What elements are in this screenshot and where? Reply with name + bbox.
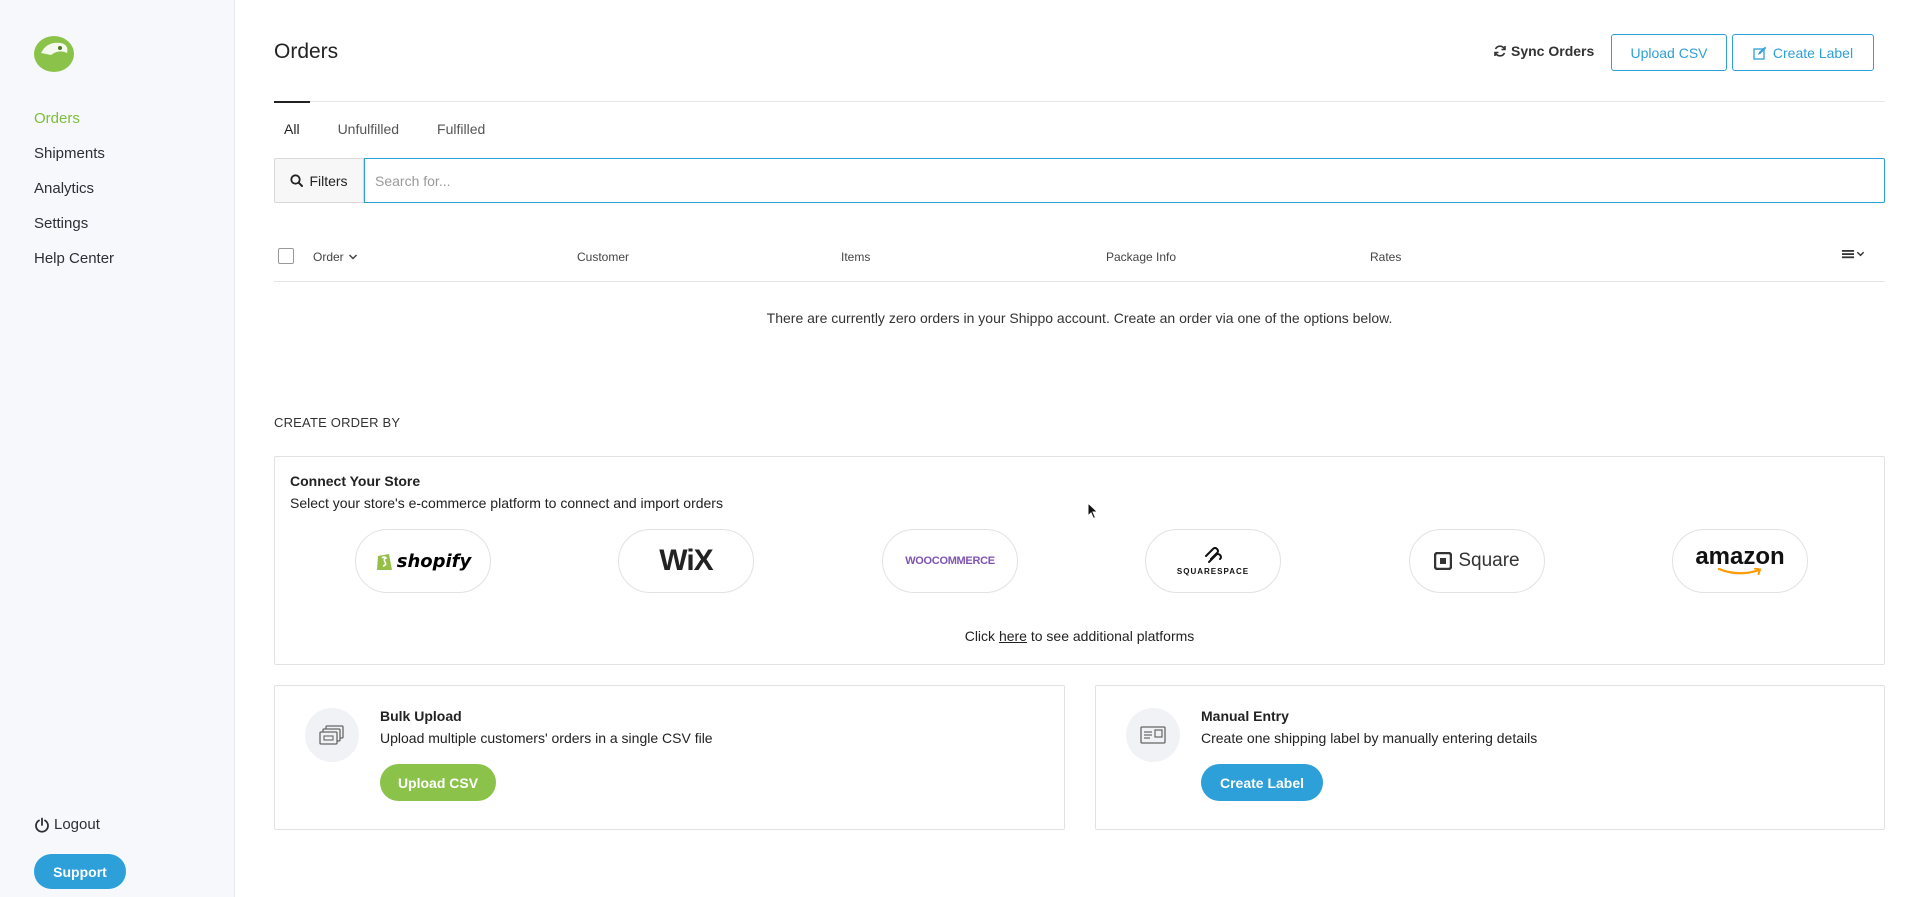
platform-amazon[interactable]: amazon — [1672, 529, 1808, 593]
shipping-label-icon — [1140, 726, 1166, 744]
platform-square[interactable]: Square — [1409, 529, 1545, 593]
bulk-upload-title: Bulk Upload — [380, 708, 462, 724]
square-logo-icon — [1434, 552, 1453, 570]
additional-platforms-prefix: Click — [964, 628, 999, 644]
refresh-icon — [1494, 45, 1506, 57]
sidebar-nav: Orders Shipments Analytics Settings Help… — [34, 108, 114, 283]
woocommerce-logo-badge: WOOCOMMERCE — [905, 555, 995, 567]
sidebar-item-orders[interactable]: Orders — [34, 108, 114, 143]
bulk-upload-csv-button[interactable]: Upload CSV — [380, 764, 496, 801]
column-rates: Rates — [1370, 250, 1402, 264]
amazon-smile-icon — [1717, 568, 1762, 575]
filters-button[interactable]: Filters — [274, 158, 364, 203]
edit-icon — [1753, 46, 1767, 60]
column-items: Items — [841, 250, 871, 264]
mouse-pointer-icon — [1087, 502, 1099, 520]
upload-csv-button[interactable]: Upload CSV — [1611, 34, 1727, 71]
sidebar-item-settings[interactable]: Settings — [34, 213, 114, 248]
connect-store-card: Connect Your Store Select your store's e… — [274, 456, 1885, 665]
empty-orders-message: There are currently zero orders in your … — [766, 310, 1393, 326]
power-icon — [35, 817, 49, 833]
logout-link[interactable]: Logout — [34, 816, 100, 833]
connect-store-title: Connect Your Store — [290, 473, 421, 489]
sidebar-item-help-center[interactable]: Help Center — [34, 248, 114, 283]
orders-table-header: Order Customer Items Package Info Rates — [274, 240, 1885, 282]
tab-unfulfilled[interactable]: Unfulfilled — [338, 121, 399, 137]
search-input[interactable] — [364, 158, 1885, 203]
bulk-upload-subtitle: Upload multiple customers' orders in a s… — [380, 730, 713, 746]
connect-store-subtitle: Select your store's e-commerce platform … — [290, 495, 723, 511]
additional-platforms-suffix: to see additional platforms — [1026, 628, 1195, 644]
platform-wix[interactable]: WiX — [618, 529, 754, 593]
support-button[interactable]: Support — [34, 854, 126, 889]
sync-orders-label: Sync Orders — [1511, 43, 1595, 59]
platform-list: shopify WiX WOOCOMMERCE SQUARESPACE Squa… — [355, 529, 1825, 593]
column-package-info: Package Info — [1106, 250, 1177, 264]
header-divider — [274, 101, 1885, 102]
square-logo-text: Square — [1458, 550, 1520, 571]
create-label-button[interactable]: Create Label — [1732, 34, 1874, 71]
select-all-checkbox[interactable] — [278, 248, 294, 264]
bulk-upload-icon-circle — [305, 708, 359, 762]
manual-create-label-button[interactable]: Create Label — [1201, 764, 1323, 801]
active-tab-indicator — [274, 101, 310, 103]
column-customer: Customer — [577, 250, 630, 264]
page-title: Orders — [274, 40, 339, 63]
stacked-files-icon — [319, 725, 344, 745]
tab-fulfilled[interactable]: Fulfilled — [437, 121, 485, 137]
woocommerce-logo-text: WOOCOMMERCE — [905, 555, 995, 567]
create-label-text: Create Label — [1772, 44, 1854, 61]
chevron-down-icon — [348, 254, 357, 260]
sync-orders-button[interactable]: Sync Orders — [1493, 43, 1594, 59]
manual-entry-text: Manual Entry Create one shipping label b… — [1201, 708, 1537, 746]
list-menu-icon — [1842, 250, 1854, 259]
manual-entry-subtitle: Create one shipping label by manually en… — [1201, 730, 1538, 746]
platform-shopify[interactable]: shopify — [355, 529, 491, 593]
squarespace-logo-text: SQUARESPACE — [1176, 566, 1250, 576]
wix-logo-text: WiX — [659, 544, 713, 577]
shippo-logo-icon[interactable] — [33, 33, 75, 73]
manual-entry-title: Manual Entry — [1201, 708, 1289, 724]
tab-all[interactable]: All — [284, 121, 300, 137]
platform-woocommerce[interactable]: WOOCOMMERCE — [882, 529, 1018, 593]
search-icon — [290, 174, 304, 187]
platform-squarespace[interactable]: SQUARESPACE — [1145, 529, 1281, 593]
sidebar: Orders Shipments Analytics Settings Help… — [0, 0, 235, 897]
filters-label: Filters — [309, 172, 348, 189]
additional-platforms-link[interactable]: here — [999, 628, 1027, 644]
column-order[interactable]: Order — [313, 250, 358, 264]
bulk-upload-card: Bulk Upload Upload multiple customers' o… — [274, 685, 1065, 830]
shopify-logo-icon — [376, 554, 392, 570]
squarespace-logo-icon — [1205, 546, 1222, 563]
order-tabs: All Unfulfilled Fulfilled — [284, 121, 523, 137]
bulk-upload-text: Bulk Upload Upload multiple customers' o… — [380, 708, 713, 746]
column-settings-menu[interactable] — [1842, 248, 1865, 260]
column-order-label: Order — [313, 250, 344, 264]
amazon-logo-text: amazon — [1695, 543, 1785, 570]
chevron-down-icon — [1856, 251, 1865, 257]
create-order-heading: CREATE ORDER BY — [274, 415, 401, 430]
sidebar-item-analytics[interactable]: Analytics — [34, 178, 114, 213]
shopify-logo-text: shopify — [396, 550, 472, 572]
additional-platforms-text: Click here to see additional platforms — [275, 628, 1884, 644]
sidebar-item-shipments[interactable]: Shipments — [34, 143, 114, 178]
manual-entry-icon-circle — [1126, 708, 1180, 762]
logout-label: Logout — [54, 816, 100, 833]
manual-entry-card: Manual Entry Create one shipping label b… — [1095, 685, 1885, 830]
